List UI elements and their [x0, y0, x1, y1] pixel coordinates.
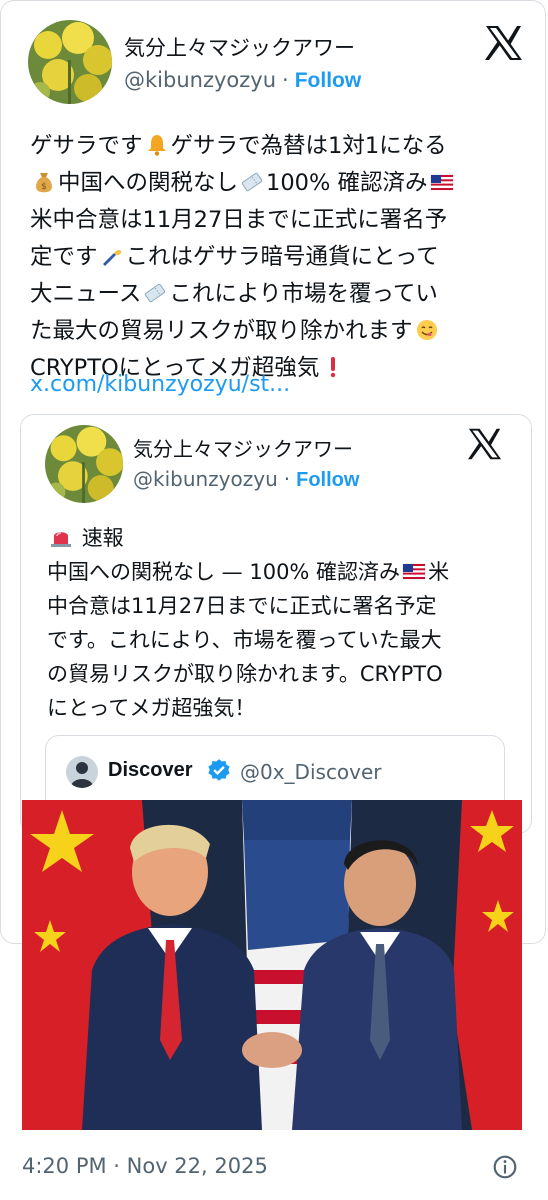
- text-line-2: $ 中国への関税なし 100% 確認済み: [30, 165, 520, 202]
- money-bag-icon: $: [36, 173, 52, 193]
- separator: ·: [283, 467, 291, 491]
- text-line-4: 定です これはゲサラ暗号通貨にとって: [30, 244, 439, 270]
- us-flag-icon: [402, 563, 426, 580]
- svg-text:$: $: [41, 182, 47, 192]
- info-icon[interactable]: [492, 1154, 518, 1180]
- handle-row: @kibunzyozyu · Follow: [124, 68, 361, 93]
- text-line-6: た最大の貿易リスクが取り除かれます: [30, 313, 520, 350]
- nested-display-name[interactable]: Discover: [108, 759, 193, 782]
- nested-avatar[interactable]: [66, 756, 98, 788]
- text-line-5: 大ニュース これにより市場を覆ってい: [30, 281, 438, 307]
- follow-button[interactable]: Follow: [295, 69, 362, 92]
- bell-icon: [147, 135, 166, 156]
- quoted-post-text: 速報 中国への関税なし — 100% 確認済み米 中合意は11月27日までに正式…: [47, 521, 517, 725]
- post-text: ゲサラです ゲサラで為替は1対1になる $ 中国への関税なし 100% 確認済み 米中…: [30, 128, 520, 387]
- nested-user-handle[interactable]: @0x_Discover: [240, 760, 382, 784]
- us-flag-icon: [430, 174, 453, 191]
- verified-badge-icon: [208, 759, 230, 781]
- separator: ·: [282, 68, 289, 92]
- quoted-line-1: 中国への関税なし — 100% 確認済み米: [47, 560, 450, 584]
- exclamation-icon: [331, 357, 336, 378]
- display-name[interactable]: 気分上々マジックアワー: [124, 32, 355, 62]
- x-logo-icon[interactable]: [467, 427, 503, 461]
- headline-row: 速報: [47, 521, 517, 555]
- quoted-line-3: です。これにより、市場を覆っていた最大: [47, 628, 442, 652]
- quoted-post-card[interactable]: 気分上々マジックアワー @kibunzyozyu · Follow 速報 中国への関…: [20, 414, 532, 835]
- rotating-light-icon: [51, 532, 71, 547]
- headline: 速報: [81, 526, 124, 550]
- writing-hand-icon: [102, 249, 121, 266]
- quoted-follow-button[interactable]: Follow: [296, 469, 359, 491]
- quoted-line-2: 中合意は11月27日までに正式に署名予定: [47, 594, 437, 618]
- quoted-user-handle[interactable]: @kibunzyozyu: [133, 467, 278, 491]
- quoted-line-5: にとってメガ超強気！: [47, 696, 256, 720]
- text-line-3: 米中合意は11月27日までに正式に署名予: [30, 207, 448, 233]
- post-image[interactable]: [22, 800, 522, 1130]
- quoted-display-name[interactable]: 気分上々マジックアワー: [133, 433, 353, 462]
- quoted-avatar[interactable]: [45, 425, 123, 503]
- ticket-icon: [241, 172, 263, 192]
- text-line-1: ゲサラです ゲサラで為替は1対1になる: [30, 133, 447, 159]
- avatar[interactable]: [28, 20, 112, 104]
- quoted-line-4: の貿易リスクが取り除かれます。CRYPTO: [47, 662, 443, 686]
- post-link[interactable]: x.com/kibunzyozyu/st...: [30, 372, 290, 397]
- yum-face-icon: [416, 320, 437, 340]
- post-timestamp[interactable]: 4:20 PM · Nov 22, 2025: [22, 1154, 268, 1178]
- x-logo-icon[interactable]: [484, 24, 524, 62]
- quoted-handle-row: @kibunzyozyu · Follow: [133, 467, 359, 492]
- ticket-icon: [145, 283, 166, 303]
- user-handle[interactable]: @kibunzyozyu: [124, 68, 276, 92]
